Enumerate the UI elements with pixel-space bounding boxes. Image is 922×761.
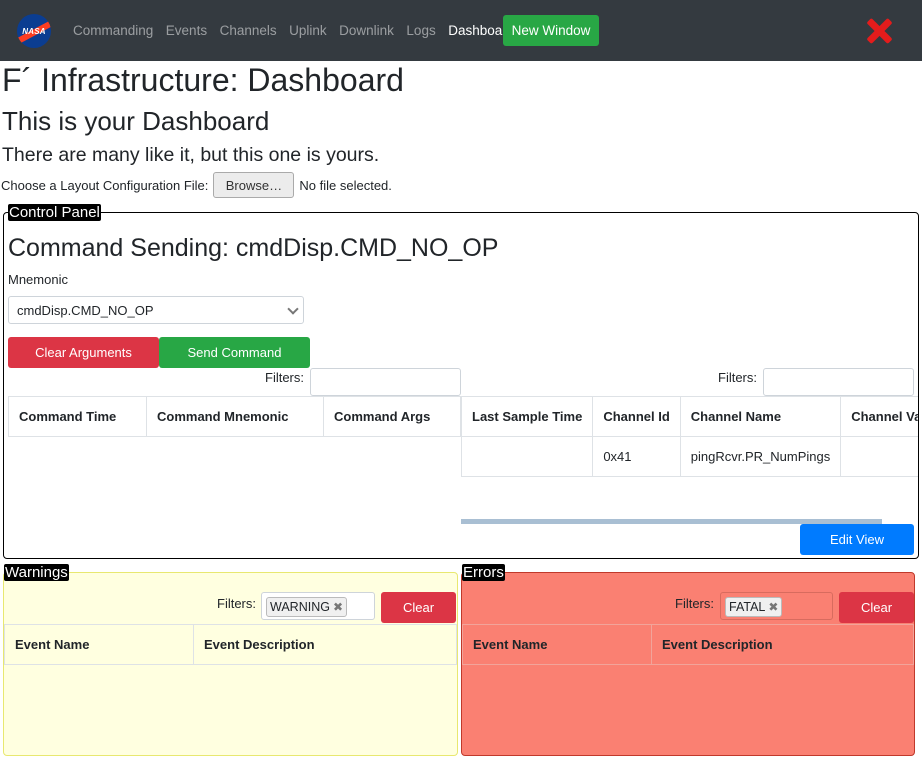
command-filters-label: Filters: bbox=[265, 370, 304, 385]
column-header-last-sample-time[interactable]: Last Sample Time bbox=[461, 396, 594, 437]
page-title: F´ Infrastructure: Dashboard bbox=[2, 62, 404, 98]
nav-link-logs[interactable]: Logs bbox=[406, 23, 435, 38]
column-header-command-args[interactable]: Command Args bbox=[323, 396, 461, 437]
edit-view-button[interactable]: Edit View bbox=[800, 524, 914, 555]
errors-legend: Errors bbox=[462, 564, 505, 581]
remove-tag-icon[interactable]: ✖ bbox=[768, 600, 778, 614]
errors-table: Event Name Event Description bbox=[462, 624, 914, 665]
fatal-filter-tag[interactable]: FATAL ✖ bbox=[725, 597, 783, 617]
table-header-row: Event Name Event Description bbox=[4, 624, 457, 665]
control-panel-legend: Control Panel bbox=[8, 204, 101, 221]
command-history-table: Command Time Command Mnemonic Command Ar… bbox=[8, 396, 461, 437]
navbar: NASA Commanding Events Channels Uplink D… bbox=[0, 0, 922, 61]
cell-channel-name: pingRcvr.PR_NumPings bbox=[679, 436, 842, 477]
table-header-row: Last Sample Time Channel Id Channel Name… bbox=[461, 396, 918, 437]
command-filter-input[interactable] bbox=[310, 368, 461, 396]
warnings-clear-button[interactable]: Clear bbox=[381, 592, 456, 623]
layout-file-row: Choose a Layout Configuration File: Brow… bbox=[1, 172, 392, 198]
column-header-command-time[interactable]: Command Time bbox=[8, 396, 147, 437]
nav-link-events[interactable]: Events bbox=[166, 23, 207, 38]
nav-link-commanding[interactable]: Commanding bbox=[73, 23, 153, 38]
nav-links: Commanding Events Channels Uplink Downli… bbox=[73, 0, 527, 61]
column-header-command-mnemonic[interactable]: Command Mnemonic bbox=[146, 396, 324, 437]
channel-filter-input[interactable] bbox=[763, 368, 914, 396]
cell-last-sample-time bbox=[461, 436, 594, 477]
warnings-filters-label: Filters: bbox=[217, 596, 256, 611]
table-header-row: Command Time Command Mnemonic Command Ar… bbox=[8, 396, 461, 437]
column-header-channel-name[interactable]: Channel Name bbox=[679, 396, 842, 437]
table-header-row: Event Name Event Description bbox=[462, 624, 914, 665]
errors-filters-label: Filters: bbox=[675, 596, 714, 611]
new-window-button[interactable]: New Window bbox=[503, 15, 599, 46]
warnings-filter-input[interactable]: WARNING ✖ bbox=[261, 592, 375, 620]
fatal-tag-label: FATAL bbox=[729, 600, 766, 614]
channel-filters-label: Filters: bbox=[718, 370, 757, 385]
column-header-event-description[interactable]: Event Description bbox=[193, 624, 457, 665]
warning-tag-label: WARNING bbox=[270, 600, 330, 614]
logo-text: NASA bbox=[22, 26, 46, 36]
cell-channel-id: 0x41 bbox=[592, 436, 681, 477]
remove-tag-icon[interactable]: ✖ bbox=[333, 600, 343, 614]
warnings-legend: Warnings bbox=[4, 564, 69, 581]
nasa-logo[interactable]: NASA bbox=[17, 14, 51, 48]
warnings-table: Event Name Event Description bbox=[4, 624, 457, 665]
mnemonic-value: cmdDisp.CMD_NO_OP bbox=[17, 302, 154, 318]
nav-link-downlink[interactable]: Downlink bbox=[339, 23, 394, 38]
command-sending-title: Command Sending: cmdDisp.CMD_NO_OP bbox=[8, 234, 499, 262]
errors-clear-button[interactable]: Clear bbox=[839, 592, 914, 623]
column-header-channel-id[interactable]: Channel Id bbox=[592, 396, 681, 437]
page-tagline: There are many like it, but this one is … bbox=[2, 144, 380, 166]
page-subtitle: This is your Dashboard bbox=[2, 106, 270, 136]
mnemonic-select[interactable]: cmdDisp.CMD_NO_OP bbox=[8, 296, 304, 324]
nav-link-channels[interactable]: Channels bbox=[220, 23, 277, 38]
warning-filter-tag[interactable]: WARNING ✖ bbox=[266, 597, 348, 617]
cell-channel-value bbox=[840, 436, 918, 477]
send-command-button[interactable]: Send Command bbox=[159, 337, 310, 368]
close-icon[interactable] bbox=[866, 18, 892, 44]
errors-filter-input[interactable]: FATAL ✖ bbox=[720, 592, 833, 620]
mnemonic-label: Mnemonic bbox=[8, 272, 68, 287]
column-header-event-name[interactable]: Event Name bbox=[462, 624, 652, 665]
browse-button[interactable]: Browse… bbox=[213, 172, 295, 198]
channel-table-viewport: Last Sample Time Channel Id Channel Name… bbox=[461, 396, 918, 478]
table-row[interactable]: 0x41 pingRcvr.PR_NumPings bbox=[461, 436, 918, 477]
column-header-event-description[interactable]: Event Description bbox=[651, 624, 914, 665]
no-file-text: No file selected. bbox=[299, 177, 392, 193]
column-header-event-name[interactable]: Event Name bbox=[4, 624, 194, 665]
chevron-down-icon bbox=[287, 303, 299, 315]
column-header-channel-value[interactable]: Channel Val bbox=[840, 396, 918, 437]
clear-arguments-button[interactable]: Clear Arguments bbox=[8, 337, 159, 368]
channel-table: Last Sample Time Channel Id Channel Name… bbox=[461, 396, 918, 477]
nav-link-uplink[interactable]: Uplink bbox=[289, 23, 327, 38]
layout-file-label: Choose a Layout Configuration File: bbox=[1, 177, 209, 193]
